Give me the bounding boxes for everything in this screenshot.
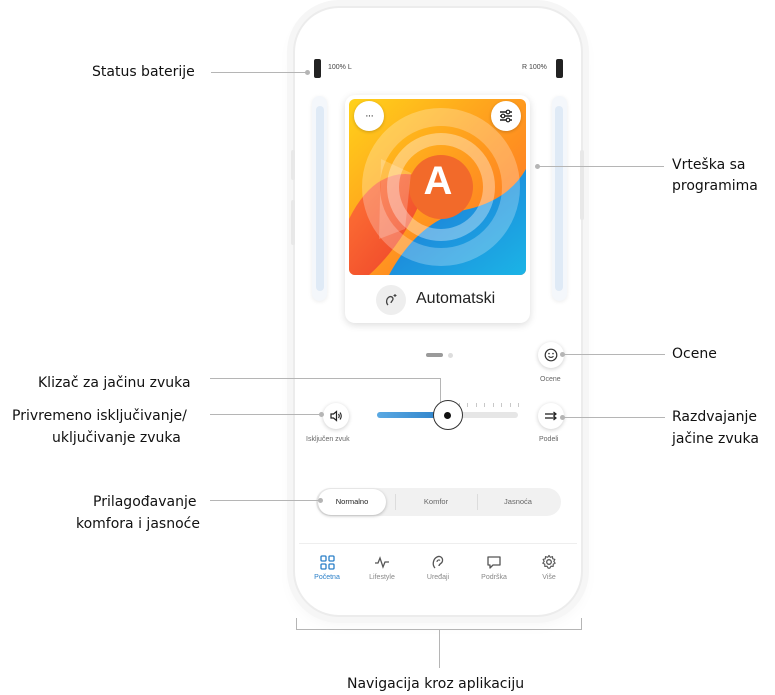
volume-slider-thumb[interactable] <box>432 400 463 430</box>
leader-line <box>563 354 665 355</box>
comfort-clarity-control: Normalno Komfor Jasnoća <box>316 488 561 516</box>
leader-line <box>211 72 307 73</box>
callout-program-carousel-2: programima <box>672 178 758 194</box>
callout-split-1: Razdvajanje <box>672 409 757 425</box>
left-battery-text: 100% L <box>328 64 352 71</box>
split-label: Podeli <box>539 436 559 443</box>
volume-tick <box>484 403 486 407</box>
mute-label: Isključen zvuk <box>306 436 350 443</box>
leader-dot <box>319 412 324 417</box>
right-battery-text: R 100% <box>522 64 547 71</box>
leader-dot <box>560 415 565 420</box>
nav-support[interactable]: Podrška <box>469 552 519 581</box>
nav-devices[interactable]: Uređaji <box>413 552 463 581</box>
callout-split-2: jačine zvuka <box>672 431 759 447</box>
program-letter: A <box>423 159 453 203</box>
phone-side-button <box>291 150 295 180</box>
nav-label: Lifestyle <box>369 574 395 581</box>
split-icon <box>545 411 557 421</box>
volume-tick <box>509 403 511 407</box>
callout-mute-2: uključivanje zvuka <box>52 430 181 446</box>
carousel-page-active <box>426 353 443 357</box>
mute-button[interactable] <box>323 403 349 429</box>
nav-label: Početna <box>314 574 340 581</box>
ear-icon <box>432 555 444 569</box>
leader-line-vertical <box>440 378 441 402</box>
callout-program-carousel-1: Vrteška sa <box>672 157 746 173</box>
leader-line <box>563 417 665 418</box>
hearing-aid-icon <box>385 294 397 306</box>
nav-more[interactable]: Više <box>524 552 574 581</box>
program-type-icon <box>376 285 406 315</box>
nav-label: Podrška <box>481 574 507 581</box>
leader-line <box>210 414 322 415</box>
phone-side-button <box>580 150 584 220</box>
activity-icon <box>375 556 389 569</box>
volume-tick <box>501 403 503 407</box>
callout-navigation: Navigacija kroz aplikaciju <box>347 676 525 692</box>
mode-clarity[interactable]: Jasnoća <box>478 488 558 516</box>
program-card[interactable]: A ··· Automatski <box>345 95 530 323</box>
left-battery-icon <box>314 59 321 78</box>
thumb-dot <box>444 411 451 419</box>
carousel-page[interactable] <box>448 353 453 358</box>
ratings-label: Ocene <box>540 376 561 383</box>
leader-dot <box>560 352 565 357</box>
navigation-bracket-stem <box>439 630 440 668</box>
leader-line <box>210 500 320 501</box>
mode-comfort[interactable]: Komfor <box>396 488 476 516</box>
leader-dot <box>305 70 310 75</box>
callout-ratings: Ocene <box>672 346 717 362</box>
smiley-icon <box>544 348 558 362</box>
callout-comfort-2: komfora i jasnoće <box>76 516 200 532</box>
right-battery-icon <box>556 59 563 78</box>
grid-icon <box>319 554 335 570</box>
carousel-prev-card[interactable] <box>312 96 327 301</box>
sliders-icon <box>500 109 512 123</box>
volume-tick <box>475 403 477 407</box>
leader-line <box>210 378 440 379</box>
leader-line <box>538 166 664 167</box>
ellipsis-icon: ··· <box>365 110 374 122</box>
callout-mute-1: Privremeno isključivanje/ <box>12 408 187 424</box>
carousel-next-card[interactable] <box>552 96 567 301</box>
nav-separator <box>299 543 577 544</box>
phone-side-button <box>291 200 295 245</box>
program-adjust-button[interactable] <box>491 101 521 131</box>
nav-home[interactable]: Početna <box>302 552 352 581</box>
gear-icon <box>542 554 556 569</box>
callout-battery-status: Status baterije <box>92 64 195 80</box>
chat-icon <box>487 555 501 569</box>
volume-tick <box>518 403 519 407</box>
callout-volume-slider: Klizač za jačinu zvuka <box>38 375 191 391</box>
program-more-button[interactable]: ··· <box>354 101 384 131</box>
nav-lifestyle[interactable]: Lifestyle <box>357 552 407 581</box>
leader-dot <box>318 498 323 503</box>
navigation-bracket <box>296 618 582 630</box>
volume-tick <box>492 403 494 407</box>
nav-label: Uređaji <box>426 574 450 581</box>
leader-dot <box>535 164 540 169</box>
volume-tick <box>467 403 469 407</box>
nav-label: Više <box>542 574 556 581</box>
program-name: Automatski <box>416 290 496 307</box>
callout-comfort-1: Prilagođavanje <box>93 494 197 510</box>
speaker-icon <box>330 410 342 422</box>
mode-normal[interactable]: Normalno <box>318 489 386 515</box>
